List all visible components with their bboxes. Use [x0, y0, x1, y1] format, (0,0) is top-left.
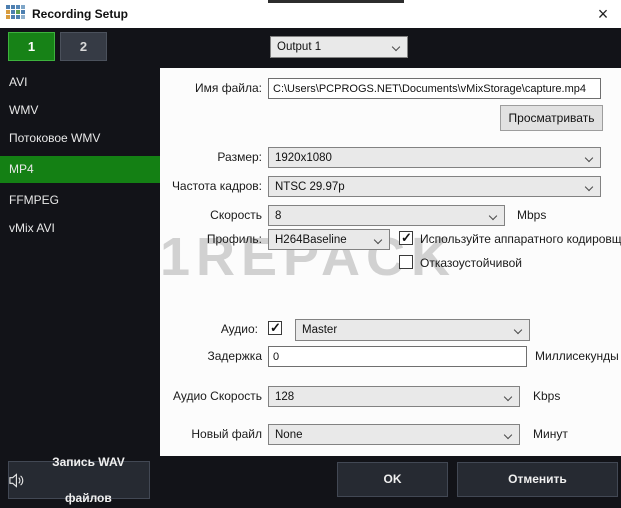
top-screen-remnant [268, 0, 404, 3]
new-file-label: Новый файл [160, 427, 262, 441]
bitrate-select-value: 8 [275, 210, 281, 222]
audio-bus-select[interactable]: Master [295, 319, 530, 341]
chevron-down-icon [514, 326, 522, 334]
settings-panel: 1REPACK Имя файла: Просматривать Размер:… [160, 68, 621, 456]
chevron-down-icon [585, 154, 593, 162]
audio-label: Аудио: [160, 322, 258, 336]
audio-bitrate-select-value: 128 [275, 391, 294, 403]
cancel-button[interactable]: Отменить [457, 462, 618, 497]
chevron-down-icon [504, 393, 512, 401]
audio-checkbox[interactable] [268, 321, 282, 335]
profile-label: Профиль: [160, 232, 262, 246]
chevron-down-icon [374, 236, 382, 244]
delay-label: Задержка [160, 349, 262, 363]
vmix-logo-icon [6, 5, 27, 22]
fault-tolerant-label: Отказоустойчивой [420, 256, 522, 270]
sidebar-item-wmv[interactable]: WMV [0, 99, 160, 121]
fault-tolerant-checkbox[interactable] [399, 255, 413, 269]
delay-input[interactable] [268, 346, 527, 367]
sidebar-item-ffmpeg[interactable]: FFMPEG [0, 189, 160, 211]
bitrate-select[interactable]: 8 [268, 205, 505, 226]
new-file-select[interactable]: None [268, 424, 520, 445]
size-label: Размер: [160, 150, 262, 164]
profile-select[interactable]: H264Baseline [268, 229, 390, 250]
sidebar-item-avi[interactable]: AVI [0, 71, 160, 93]
new-file-select-value: None [275, 429, 303, 441]
framerate-select[interactable]: NTSC 29.97p [268, 176, 601, 197]
chevron-down-icon [489, 212, 497, 220]
audio-bitrate-unit: Kbps [533, 389, 560, 403]
hw-encoder-checkbox[interactable] [399, 231, 413, 245]
filename-input[interactable] [268, 78, 601, 99]
speaker-icon [9, 473, 24, 488]
sidebar-item-vmix-avi[interactable]: vMix AVI [0, 217, 160, 239]
ok-button[interactable]: OK [337, 462, 448, 497]
size-select-value: 1920x1080 [275, 152, 332, 164]
tab-output-1[interactable]: 1 [8, 32, 55, 61]
profile-select-value: H264Baseline [275, 234, 347, 246]
size-select[interactable]: 1920x1080 [268, 147, 601, 168]
delay-unit: Миллисекунды [535, 349, 619, 363]
browse-button[interactable]: Просматривать [500, 105, 603, 131]
record-wav-label: Запись WAV файлов [28, 444, 149, 508]
bitrate-unit: Mbps [517, 208, 546, 222]
chevron-down-icon [504, 431, 512, 439]
audio-bitrate-label: Аудио Скорость [160, 389, 262, 403]
chevron-down-icon [392, 43, 400, 51]
chevron-down-icon [585, 183, 593, 191]
tab-output-2[interactable]: 2 [60, 32, 107, 61]
output-select[interactable]: Output 1 [270, 36, 408, 58]
audio-bitrate-select[interactable]: 128 [268, 386, 520, 407]
sidebar-item-streaming-wmv[interactable]: Потоковое WMV [0, 127, 160, 149]
hw-encoder-label: Используйте аппаратного кодировщика [420, 232, 621, 246]
new-file-unit: Минут [533, 427, 568, 441]
recording-setup-dialog: Recording Setup × 1 2 Output 1 AVI WMV П… [0, 0, 621, 508]
bitrate-label: Скорость [160, 208, 262, 222]
record-wav-button[interactable]: Запись WAV файлов [8, 461, 150, 499]
title-bar: Recording Setup × [0, 0, 621, 28]
framerate-select-value: NTSC 29.97p [275, 181, 345, 193]
framerate-label: Частота кадров: [160, 179, 262, 193]
filename-label: Имя файла: [160, 81, 262, 95]
audio-bus-select-value: Master [302, 324, 337, 336]
output-select-value: Output 1 [277, 41, 321, 53]
close-icon[interactable]: × [592, 3, 614, 25]
dialog-title: Recording Setup [32, 7, 128, 21]
sidebar-item-mp4[interactable]: MP4 [0, 156, 160, 183]
